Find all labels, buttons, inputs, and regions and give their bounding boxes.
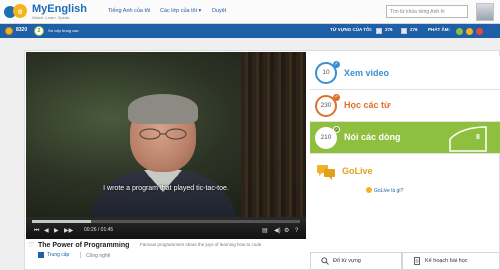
- video-controls: ⏮ ◀ ▶ ▶▶ 00:26 / 01:45 ▤ ◀) ⚙ ?: [26, 217, 306, 239]
- step-learn-label: Học các từ: [344, 100, 391, 110]
- video-player[interactable]: I wrote a program that played tic-tac-to…: [26, 52, 306, 239]
- vocab-review-icon: [401, 28, 407, 34]
- vocab-button[interactable]: Đổ từ vựng: [310, 252, 402, 270]
- video-description: Famous programmers share the joys of lea…: [140, 242, 263, 247]
- favorite-icon[interactable]: ♡: [28, 242, 35, 249]
- lesson-plan-button-label: Kế hoạch bài học: [425, 258, 468, 264]
- pronounce-label: PHÁT ÂM:: [428, 27, 450, 32]
- top-navbar: e MyEnglish Watch. Learn. Speak. Tiếng A…: [0, 0, 500, 24]
- speaker-glasses: [139, 128, 187, 140]
- video-subtitle: I wrote a program that played tic-tac-to…: [103, 185, 229, 192]
- video-title: The Power of Programming: [38, 242, 130, 249]
- step-learn-words[interactable]: 230 ✓ Học các từ: [310, 90, 500, 122]
- pronounce-ok-icon: [466, 28, 473, 35]
- nav-my-classes[interactable]: Các lớp của tôi ▾: [160, 8, 201, 14]
- level-tag-icon: [38, 252, 44, 258]
- topic-tag[interactable]: Công nghệ: [86, 253, 110, 259]
- search-input[interactable]: [386, 5, 468, 18]
- tag-divider: [80, 252, 81, 258]
- video-frame[interactable]: [26, 52, 306, 230]
- subtitles-icon[interactable]: ▤: [262, 226, 268, 236]
- settings-icon[interactable]: ⚙: [284, 226, 289, 236]
- speaker-hair: [128, 94, 198, 124]
- step-speak-label: Nói các dòng: [344, 132, 401, 142]
- vocab-count-a: 276: [385, 27, 393, 32]
- vocab-icon: [376, 28, 382, 34]
- brand-name[interactable]: MyEnglish: [32, 3, 87, 15]
- video-progress-bar[interactable]: [32, 220, 300, 223]
- pronounce-good-icon: [456, 28, 463, 35]
- stats-bar: 8320 2 Sơ cấp trung cao TỪ VỰNG CỦA TÔI:…: [0, 24, 500, 38]
- volume-icon[interactable]: ◀): [274, 226, 281, 236]
- check-icon: ✓: [333, 94, 340, 101]
- step-watch-label: Xem video: [344, 68, 390, 78]
- video-progress-fill: [32, 220, 91, 223]
- step-watch-video[interactable]: 10 ✓ Xem video: [310, 56, 500, 90]
- document-icon: [413, 257, 421, 265]
- progress-wedge-icon: [449, 126, 487, 152]
- points-value: 8320: [16, 27, 28, 33]
- nav-my-english[interactable]: Tiếng Anh của tôi: [108, 8, 150, 14]
- level-tag[interactable]: Trung cấp: [47, 252, 69, 258]
- check-icon: ✓: [333, 61, 340, 68]
- play-icon[interactable]: ▶: [54, 226, 59, 236]
- nav-browse[interactable]: Duyệt: [212, 8, 226, 14]
- level-badge[interactable]: 2: [34, 26, 44, 36]
- help-icon[interactable]: ?: [295, 226, 298, 236]
- step-speak-badge: 8: [476, 134, 480, 141]
- video-background-bookshelf: [241, 52, 306, 217]
- logo-icon[interactable]: e: [4, 3, 28, 21]
- golive-label[interactable]: GoLive: [342, 166, 373, 176]
- vocab-count-b: 276: [410, 27, 418, 32]
- vocab-button-label: Đổ từ vựng: [333, 258, 361, 264]
- rewind-icon[interactable]: ◀: [44, 226, 49, 236]
- vocab-label: TỪ VỰNG CỦA TÔI:: [330, 27, 373, 32]
- pronounce-bad-icon: [476, 28, 483, 35]
- chat-bubbles-icon: [317, 165, 335, 180]
- golive-help-link[interactable]: GoLive là gì?: [374, 188, 403, 194]
- lesson-plan-button[interactable]: Kế hoạch bài học: [402, 252, 500, 270]
- coin-icon: [5, 27, 13, 35]
- level-label: Sơ cấp trung cao: [48, 28, 79, 33]
- brand-tagline: Watch. Learn. Speak.: [32, 15, 71, 20]
- search-icon: [321, 257, 329, 265]
- avatar[interactable]: [476, 3, 494, 21]
- check-icon: ✓: [333, 126, 340, 133]
- forward-icon[interactable]: ▶▶: [64, 226, 73, 236]
- help-icon: [366, 187, 372, 193]
- svg-text:e: e: [18, 7, 23, 16]
- video-time: 00:26 / 01:45: [84, 227, 114, 233]
- replay-icon[interactable]: ⏮: [34, 226, 39, 236]
